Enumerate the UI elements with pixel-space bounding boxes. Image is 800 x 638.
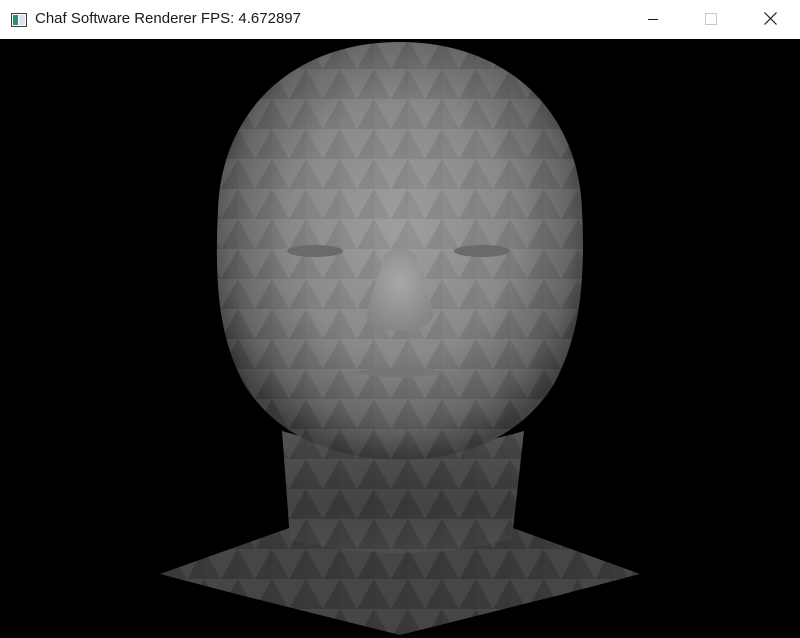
minimize-button[interactable] <box>624 0 682 39</box>
render-viewport[interactable] <box>0 39 800 638</box>
app-window: Chaf Software Renderer FPS: 4.672897 <box>0 0 800 638</box>
minimize-icon <box>647 10 659 29</box>
right-eye <box>454 245 510 257</box>
title-bar[interactable]: Chaf Software Renderer FPS: 4.672897 <box>0 0 800 39</box>
close-button[interactable] <box>741 0 799 39</box>
rendered-head-model <box>160 42 640 635</box>
app-window-icon <box>11 12 27 27</box>
window-title: Chaf Software Renderer FPS: 4.672897 <box>35 10 301 27</box>
close-icon <box>763 10 777 29</box>
maximize-icon <box>705 10 717 29</box>
left-eye <box>287 245 343 257</box>
maximize-button[interactable] <box>682 0 740 39</box>
